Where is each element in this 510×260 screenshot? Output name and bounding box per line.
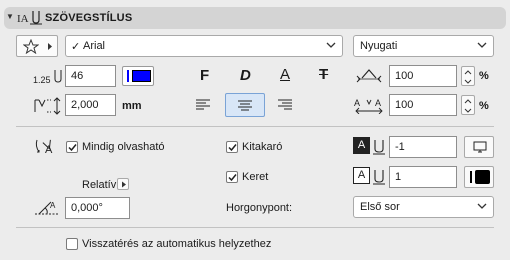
letter-spacing-field[interactable]: 100 xyxy=(389,94,457,116)
text-style-icon: IA xyxy=(17,11,42,25)
width-scale-unit: % xyxy=(479,70,489,82)
fill-pen-field[interactable]: -1 xyxy=(389,136,457,158)
collapse-triangle-icon[interactable]: ▼ xyxy=(6,12,14,21)
pen-icon xyxy=(373,170,385,185)
angle-field[interactable]: 0,000° xyxy=(65,197,130,219)
frame-pen-field[interactable]: 1 xyxy=(389,166,457,188)
font-name: Arial xyxy=(83,40,106,52)
text-pen-button[interactable] xyxy=(122,66,154,86)
svg-text:1.25: 1.25 xyxy=(33,75,51,85)
pen-icon xyxy=(373,140,385,155)
align-right-icon[interactable] xyxy=(277,98,293,112)
align-center-button[interactable] xyxy=(225,93,265,117)
width-scale-icon xyxy=(356,69,382,83)
chevron-down-icon xyxy=(477,42,487,48)
font-check-icon: ✓ xyxy=(71,41,81,53)
checkmark-icon xyxy=(228,144,237,152)
svg-text:A: A xyxy=(50,201,56,210)
script-value: Nyugati xyxy=(360,40,398,52)
italic-button[interactable]: D xyxy=(231,65,259,87)
width-scale-field[interactable]: 100 xyxy=(389,65,457,87)
line-spacing-icon xyxy=(34,97,61,115)
letter-spacing-icon: A A xyxy=(354,98,383,114)
line-spacing-field[interactable]: 2,000 xyxy=(65,94,116,116)
star-icon xyxy=(23,39,39,54)
frame-color-swatch xyxy=(475,170,490,184)
pen-color-swatch xyxy=(132,70,151,82)
chevron-down-icon xyxy=(477,203,487,209)
chevron-down-icon xyxy=(464,108,472,113)
frame-a-icon: A xyxy=(353,167,370,184)
script-select[interactable]: Nyugati xyxy=(353,35,494,57)
fill-checkbox[interactable] xyxy=(226,141,238,153)
always-readable-checkbox[interactable] xyxy=(66,141,78,153)
font-select[interactable]: ✓ Arial xyxy=(65,35,343,57)
arrow-right-icon xyxy=(122,181,126,188)
bold-button[interactable]: F xyxy=(191,65,219,87)
fill-label: Kitakaró xyxy=(242,141,283,153)
letter-spacing-stepper[interactable] xyxy=(461,95,475,115)
arrow-right-icon xyxy=(48,43,52,50)
panel-title: SZÖVEGSTÍLUS xyxy=(45,12,133,24)
divider xyxy=(16,227,494,228)
underline-button[interactable]: A xyxy=(272,65,300,87)
return-auto-label: Visszatérés az automatikus helyzethez xyxy=(82,238,272,250)
favorites-button[interactable] xyxy=(16,35,58,57)
text-height-field[interactable]: 46 xyxy=(65,65,116,87)
return-auto-checkbox[interactable] xyxy=(66,238,78,250)
line-spacing-unit: mm xyxy=(122,100,142,112)
frame-label: Keret xyxy=(242,171,269,183)
anchor-label: Horgonypont: xyxy=(226,202,293,214)
relative-toggle[interactable] xyxy=(117,178,129,190)
divider xyxy=(16,126,494,127)
checkmark-icon xyxy=(228,174,237,182)
frame-pen-button[interactable] xyxy=(464,166,494,188)
always-readable-icon: A xyxy=(35,139,53,156)
text-height-icon: 1.25 xyxy=(33,70,62,85)
chevron-up-icon xyxy=(464,99,472,104)
svg-text:A: A xyxy=(375,98,381,108)
monitor-icon xyxy=(473,141,487,153)
strikethrough-button[interactable]: T xyxy=(312,65,340,87)
always-readable-label: Mindig olvasható xyxy=(82,141,165,153)
align-center-icon xyxy=(238,100,252,111)
chevron-up-icon xyxy=(464,70,472,75)
rotation-angle-icon: A xyxy=(35,201,59,215)
anchor-value: Első sor xyxy=(360,201,400,213)
svg-text:A: A xyxy=(354,98,360,108)
checkmark-icon xyxy=(68,144,77,152)
chevron-down-icon xyxy=(464,79,472,84)
svg-text:IA: IA xyxy=(17,13,29,25)
chevron-down-icon xyxy=(326,42,336,48)
letter-spacing-unit: % xyxy=(479,100,489,112)
fill-background-button[interactable] xyxy=(464,136,494,158)
anchor-select[interactable]: Első sor xyxy=(353,196,494,218)
fill-a-icon: A xyxy=(353,137,370,154)
relative-label: Relatív xyxy=(82,179,117,191)
frame-checkbox[interactable] xyxy=(226,171,238,183)
align-left-icon[interactable] xyxy=(195,98,211,112)
width-scale-stepper[interactable] xyxy=(461,66,475,86)
